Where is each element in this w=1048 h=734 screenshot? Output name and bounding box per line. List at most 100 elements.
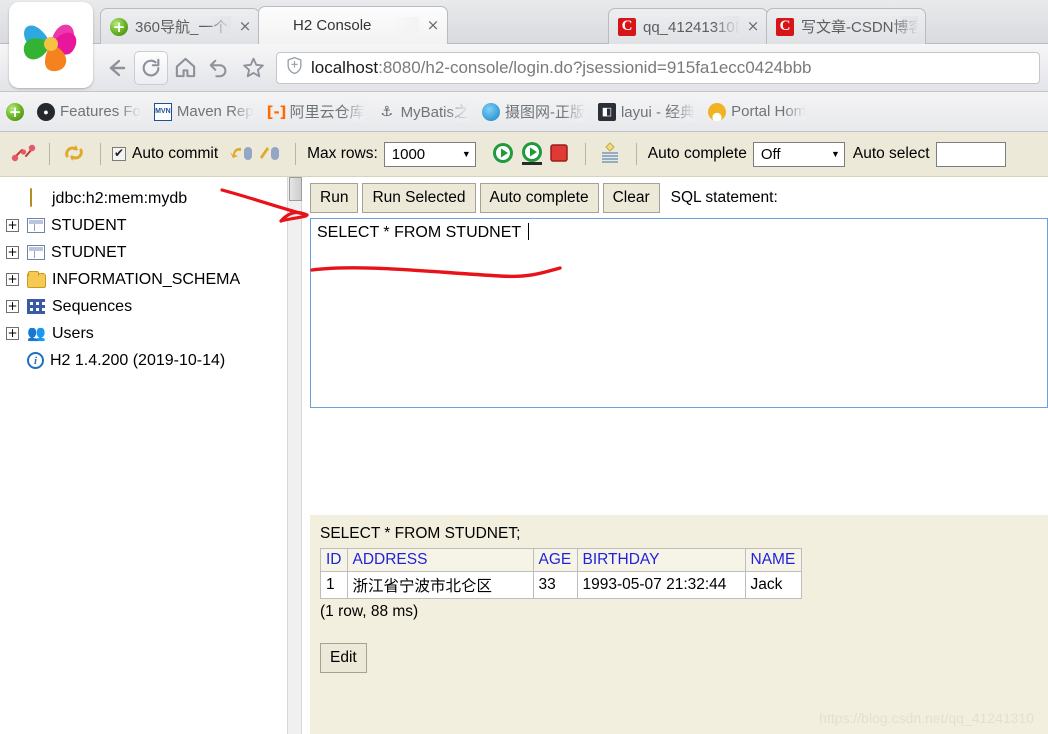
browser-logo[interactable] [9, 2, 93, 88]
browser-tab-0[interactable]: 360导航_一个主页， × [100, 8, 260, 44]
stop-icon[interactable] [546, 141, 574, 167]
bookmark-label: 摄图网-正版 [505, 101, 585, 122]
h2-toolbar: Auto commit Max rows: 1000 ▼ Auto comple… [0, 132, 1048, 177]
toolbar-separator [295, 143, 297, 165]
cell-age: 33 [532, 571, 578, 599]
disconnect-icon[interactable] [10, 141, 38, 167]
csdn-favicon [776, 17, 794, 36]
browser-tab-3[interactable]: 写文章-CSDN博客 [766, 8, 926, 44]
sql-statement-icon[interactable] [597, 141, 625, 167]
360-favicon [110, 17, 128, 36]
column-header-address[interactable]: ADDRESS [346, 548, 534, 572]
browser-tab-2[interactable]: qq_41241310的博客 × [608, 8, 768, 44]
tab-close-icon[interactable]: × [426, 18, 440, 33]
pane-scrollbar[interactable] [287, 177, 302, 734]
toolbar-separator [584, 143, 586, 165]
expand-icon[interactable] [6, 273, 19, 286]
bookmark-shetu[interactable]: 摄图网-正版 [481, 101, 585, 122]
aliyun-icon: [-] [266, 102, 287, 121]
bookmark-mybatis[interactable]: ⚓ MyBatis之 [378, 101, 469, 122]
expand-icon[interactable] [6, 327, 19, 340]
undo-icon[interactable] [202, 51, 236, 85]
tree-item-connection[interactable]: jdbc:h2:mem:mydb [6, 185, 303, 212]
back-arrow-icon[interactable] [100, 51, 134, 85]
address-text: localhost:8080/h2-console/login.do?jsess… [311, 58, 811, 78]
bookmark-portal[interactable]: Portal Hom [708, 102, 807, 121]
bookmark-label: Maven Rep [176, 103, 254, 120]
expand-icon[interactable] [6, 219, 19, 232]
h2-body: jdbc:h2:mem:mydb STUDENT STUDNET INFORMA… [0, 177, 1048, 734]
result-panel: SELECT * FROM STUDNET; ID ADDRESS AGE BI… [310, 515, 1048, 734]
bookmark-maven[interactable]: Maven Rep [153, 102, 254, 121]
expand-icon[interactable] [6, 300, 19, 313]
max-rows-value: 1000 [391, 145, 426, 163]
cell-birthday: 1993-05-07 21:32:44 [576, 571, 746, 599]
toolbar-separator [49, 143, 50, 165]
scrollbar-thumb[interactable] [289, 177, 302, 201]
rollback-icon[interactable] [256, 141, 284, 167]
auto-complete-select[interactable]: Off ▼ [752, 141, 845, 167]
run-selected-button[interactable]: Run Selected [362, 183, 476, 213]
tree-item-version: H2 1.4.200 (2019-10-14) [6, 347, 303, 374]
column-header-name[interactable]: NAME [744, 548, 802, 572]
auto-complete-button[interactable]: Auto complete [479, 183, 599, 213]
cell-name: Jack [744, 571, 802, 599]
tab-close-icon[interactable]: × [746, 19, 760, 34]
run-icon[interactable] [490, 141, 518, 167]
result-status: (1 row, 88 ms) [320, 603, 419, 620]
database-icon [27, 188, 46, 208]
commit-icon[interactable] [228, 141, 256, 167]
auto-select-label: Auto select [852, 145, 930, 162]
tree-item-student[interactable]: STUDENT [6, 212, 303, 239]
sql-text: SELECT * FROM STUDNET [317, 224, 526, 241]
bookmark-layui[interactable]: layui - 经典 [597, 101, 696, 122]
tree-item-studnet[interactable]: STUDNET [6, 239, 303, 266]
home-icon[interactable] [168, 51, 202, 85]
max-rows-select[interactable]: 1000 ▼ [383, 141, 476, 167]
browser-tab-1[interactable]: H2 Console × [258, 6, 448, 44]
table-icon [27, 218, 45, 233]
tree-item-users[interactable]: 👥 Users [6, 320, 303, 347]
bookmark-label: layui - 经典 [621, 101, 696, 122]
bookmark-aliyun[interactable]: [-] 阿里云仓库 [267, 101, 365, 122]
users-icon: 👥 [27, 325, 46, 342]
tree-item-information-schema[interactable]: INFORMATION_SCHEMA [6, 266, 303, 293]
auto-select-select[interactable] [935, 141, 1006, 167]
bookmark-360[interactable] [6, 102, 24, 121]
column-header-age[interactable]: AGE [532, 548, 578, 572]
360-favicon [6, 102, 24, 121]
h2-console-page: Auto commit Max rows: 1000 ▼ Auto comple… [0, 132, 1048, 734]
sql-input[interactable]: SELECT * FROM STUDNET [310, 218, 1048, 408]
bookmark-label: MyBatis之 [401, 101, 469, 122]
table-header-row: ID ADDRESS AGE BIRTHDAY NAME [320, 548, 802, 572]
edit-button[interactable]: Edit [320, 643, 367, 673]
cell-id: 1 [320, 571, 348, 599]
tree-item-label: INFORMATION_SCHEMA [52, 270, 241, 288]
run-button[interactable]: Run [310, 183, 359, 213]
column-header-id[interactable]: ID [320, 548, 348, 572]
tree-item-label: Users [52, 324, 94, 342]
column-header-birthday[interactable]: BIRTHDAY [576, 548, 746, 572]
refresh-icon[interactable] [61, 141, 89, 167]
clear-button[interactable]: Clear [602, 183, 660, 213]
tree-item-label: Sequences [52, 297, 133, 315]
result-query-text: SELECT * FROM STUDNET; [320, 525, 521, 542]
tab-title: H2 Console [293, 17, 419, 34]
expand-icon[interactable] [6, 246, 19, 259]
bookmark-label: Portal Hom [731, 103, 807, 120]
address-bar[interactable]: localhost:8080/h2-console/login.do?jsess… [276, 51, 1040, 84]
auto-commit-checkbox[interactable] [112, 146, 126, 161]
reload-icon[interactable] [134, 50, 168, 85]
tab-close-icon[interactable]: × [238, 19, 252, 34]
folder-icon [27, 270, 46, 289]
tree-item-sequences[interactable]: Sequences [6, 293, 303, 320]
bookmark-features[interactable]: Features Fo [37, 102, 141, 121]
chevron-down-icon: ▼ [461, 149, 471, 159]
run-selected-icon[interactable] [518, 141, 546, 167]
navigation-toolbar: localhost:8080/h2-console/login.do?jsess… [0, 44, 1048, 92]
star-icon[interactable] [236, 51, 270, 85]
tree-item-label: STUDENT [51, 216, 127, 234]
bookmarks-bar: Features Fo Maven Rep [-] 阿里云仓库 ⚓ MyBati… [0, 92, 1048, 132]
watermark-text: https://blog.csdn.net/qq_41241310 [819, 710, 1034, 726]
leaf-favicon [268, 17, 286, 35]
